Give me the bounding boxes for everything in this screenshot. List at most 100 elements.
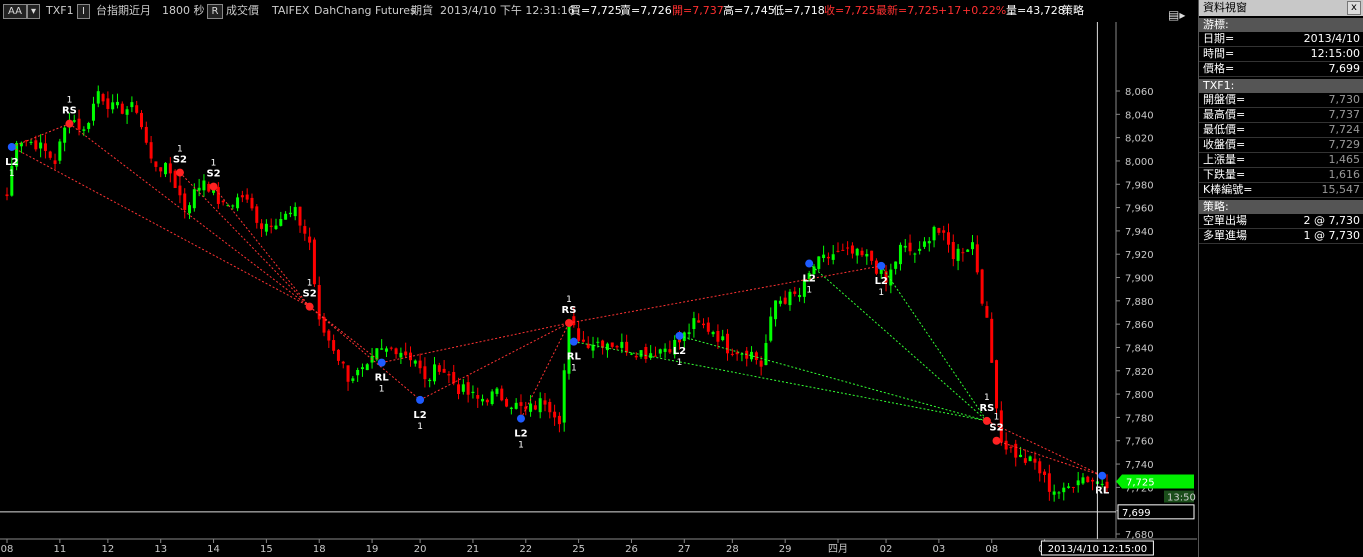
- signal-count: 1: [878, 288, 884, 298]
- candle-body: [375, 348, 379, 360]
- candle-body: [1086, 476, 1090, 483]
- candle-body: [846, 247, 850, 249]
- candle-body: [956, 248, 960, 261]
- candle-body: [192, 189, 196, 209]
- candle-body: [519, 402, 523, 406]
- cursor-date-label: 2013/4/10 12:15:00: [1048, 544, 1147, 555]
- candle-body: [130, 102, 134, 108]
- x-tick-label: 13: [154, 544, 167, 555]
- x-tick-label: 21: [467, 544, 480, 555]
- candle-body: [1091, 479, 1095, 482]
- cursor-rows: 日期= 2013/4/10 時間= 12:15:00 價格= 7,699: [1199, 32, 1363, 77]
- symbol-rows: 開盤價= 7,730 最高價= 7,737 最低價= 7,724 收盤價= 7,729 上漲量=…: [1199, 93, 1363, 198]
- data-row: 價格= 7,699: [1199, 62, 1363, 77]
- candle-body: [288, 212, 292, 215]
- candle-body: [308, 236, 312, 243]
- candle-body: [990, 318, 994, 363]
- data-row-label: 下跌量=: [1203, 168, 1246, 181]
- settings-menu-icon[interactable]: ▤▸: [1168, 4, 1185, 26]
- candle-body: [726, 333, 730, 354]
- candle-body: [389, 347, 393, 349]
- candle-body: [605, 343, 609, 351]
- candlestick-chart[interactable]: 8,060 8,040 8,020 8,000 7,980 7,960 7,940 7,920…: [0, 0, 1197, 557]
- signal-trend-line: [568, 265, 882, 324]
- candle-body: [865, 253, 869, 257]
- y-tick-label: 7,900: [1125, 274, 1154, 285]
- candle-body: [327, 330, 331, 341]
- open-label: 開=7,737: [672, 4, 724, 17]
- candle-body: [413, 360, 417, 364]
- candle-body: [620, 341, 624, 348]
- data-row-label: 日期=: [1203, 32, 1235, 45]
- chart-area[interactable]: 8,060 8,040 8,020 8,000 7,980 7,960 7,940 7,920…: [0, 0, 1197, 557]
- close-icon[interactable]: x: [1347, 1, 1361, 15]
- candle-body: [1062, 487, 1066, 493]
- candle-body: [29, 141, 33, 143]
- candle-body: [543, 400, 547, 405]
- x-tick-label: 25: [572, 544, 585, 555]
- signal-count: 1: [806, 286, 812, 296]
- candle-body: [221, 200, 225, 203]
- signal-label: S2: [173, 155, 187, 166]
- x-tick-label: 11: [53, 544, 66, 555]
- candle-body: [783, 297, 787, 304]
- candle-body: [1071, 486, 1075, 488]
- candle-body: [1081, 477, 1085, 484]
- candle-body: [457, 384, 461, 395]
- candle-body: [135, 105, 139, 113]
- x-tick-label: 08: [1, 544, 14, 555]
- candle-body: [889, 269, 893, 286]
- signal-count: 1: [566, 295, 572, 305]
- signal-count: 1: [177, 145, 183, 155]
- candle-body: [471, 391, 475, 393]
- candle-body: [356, 369, 360, 376]
- x-tick-label: 22: [519, 544, 532, 555]
- candle-body: [908, 242, 912, 252]
- candle-body: [260, 223, 264, 229]
- candle-body: [1004, 440, 1008, 450]
- cursor-price-label: 7,699: [1122, 508, 1151, 519]
- signal-label: RL: [375, 373, 390, 384]
- signal-count: 1: [379, 385, 385, 395]
- aa-dropdown-icon[interactable]: ▾: [27, 4, 40, 19]
- signal-trend-line: [986, 420, 1103, 477]
- broker-label: DahChang Futures: [314, 4, 416, 17]
- candle-body: [754, 352, 758, 360]
- signal-marker: [209, 182, 218, 191]
- data-row-value: 12:15:00: [1310, 47, 1360, 60]
- data-row: 時間= 12:15:00: [1199, 47, 1363, 62]
- data-row-label: K棒編號=: [1203, 183, 1253, 196]
- y-tick-label: 7,780: [1125, 413, 1154, 424]
- y-tick-label: 7,920: [1125, 250, 1154, 261]
- candle-body: [351, 378, 355, 381]
- panel-title-bar[interactable]: 資料視窗 x: [1199, 0, 1363, 16]
- candle-body: [634, 355, 638, 358]
- data-row-value: 1,465: [1328, 153, 1361, 166]
- candle-body: [855, 248, 859, 256]
- candle-body: [72, 120, 76, 122]
- symbol-menu-icon[interactable]: I: [77, 4, 90, 19]
- candle-body: [77, 118, 81, 130]
- candle-body: [692, 318, 696, 329]
- candle-body: [91, 103, 95, 121]
- instrument-name: 台指期近月: [96, 4, 151, 17]
- signal-label: L2: [803, 274, 816, 285]
- candle-body: [509, 407, 513, 409]
- candle-body: [58, 141, 62, 161]
- refresh-menu-icon[interactable]: R: [207, 4, 223, 19]
- signal-trend-line: [419, 322, 570, 401]
- candle-body: [975, 244, 979, 273]
- signal-marker: [992, 436, 1001, 445]
- candle-body: [615, 346, 619, 348]
- candle-body: [5, 194, 9, 197]
- candle-body: [139, 112, 143, 128]
- candle-body: [106, 98, 110, 109]
- aa-button[interactable]: AA: [3, 4, 27, 19]
- datetime-label: 2013/4/10 下午 12:31:16: [440, 4, 575, 17]
- signal-marker: [516, 414, 525, 423]
- data-row-label: 開盤價=: [1203, 93, 1246, 106]
- exchange-label: TAIFEX: [272, 4, 310, 17]
- x-tick-label: 03: [933, 544, 946, 555]
- signal-marker: [65, 119, 74, 128]
- data-row-label: 價格=: [1203, 62, 1235, 75]
